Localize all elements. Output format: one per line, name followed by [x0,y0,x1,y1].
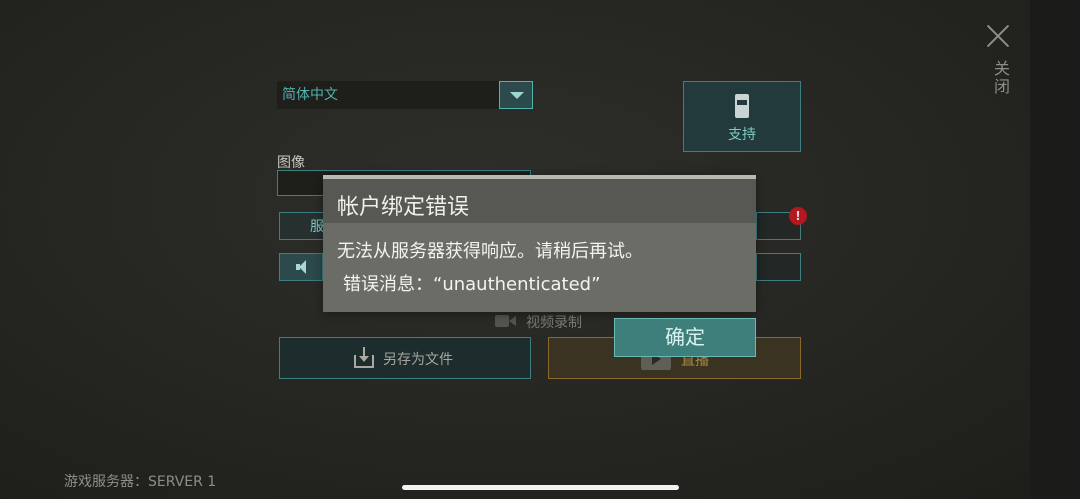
chevron-down-icon[interactable] [499,81,533,109]
alert-icon: ! [789,207,807,225]
language-select[interactable]: 简体中文 [277,81,499,109]
close-label[interactable]: 关闭 [984,60,1012,96]
dialog-error-detail: 错误消息：“unauthenticated” [343,274,601,295]
dialog-message: 无法从服务器获得响应。请稍后再试。 [337,241,643,262]
video-camera-icon [495,311,517,329]
close-icon[interactable] [984,22,1012,50]
image-section-label: 图像 [277,155,305,171]
cup-icon [735,94,749,118]
error-dialog: 帐户绑定错误 无法从服务器获得响应。请稍后再试。 错误消息：“unauthent… [323,175,756,312]
home-indicator[interactable] [402,485,679,490]
dialog-header: 帐户绑定错误 [323,179,756,223]
support-label: 支持 [728,127,756,143]
dialog-body: 无法从服务器获得响应。请稍后再试。 错误消息：“unauthenticated” [323,223,756,312]
video-record-label[interactable]: 视频录制 [526,312,582,332]
server-info: 游戏服务器：SERVER 1 [64,474,217,490]
save-to-file-label: 另存为文件 [383,352,453,368]
dialog-title: 帐户绑定错误 [337,195,470,220]
sound-button[interactable] [279,253,323,281]
support-button[interactable]: 支持 [683,81,801,152]
right-edge-strip [1030,0,1080,499]
save-to-file-button[interactable]: 另存为文件 [279,337,531,379]
confirm-button[interactable]: 确定 [614,318,756,357]
speaker-icon [296,260,310,274]
download-icon [354,347,374,368]
settings-field-2[interactable] [756,253,801,281]
